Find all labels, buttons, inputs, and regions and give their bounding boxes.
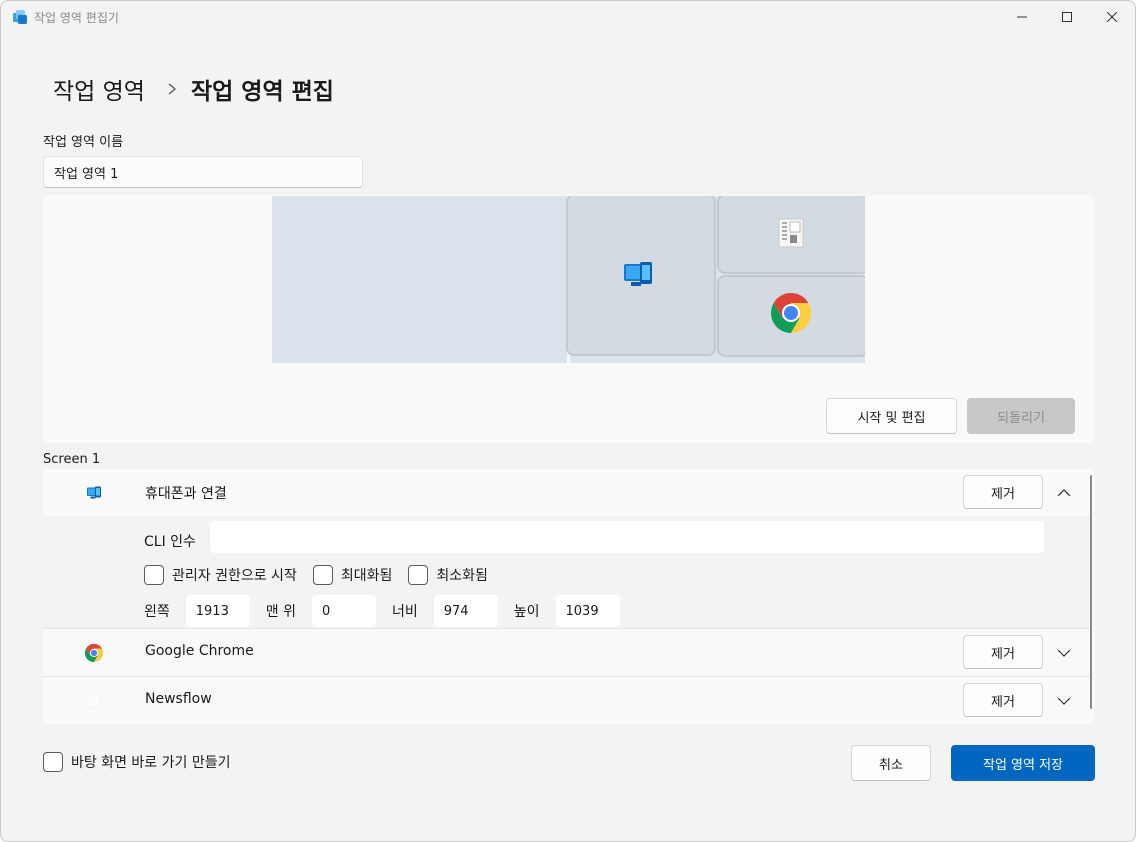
phone-link-icon: [623, 261, 653, 293]
height-input[interactable]: 1039: [555, 595, 620, 627]
launch-options: 관리자 권한으로 시작 최대화됨 최소화됨: [144, 564, 504, 586]
window-position: 왼쪽 1913 맨 위 0 너비 974 높이 1039: [144, 595, 636, 627]
minimized-label: 최소화됨: [436, 568, 488, 584]
newsflow-icon: [777, 218, 805, 252]
save-workspace-button[interactable]: 작업 영역 저장: [951, 745, 1095, 781]
preview-tile-chrome[interactable]: [717, 275, 865, 357]
app-name: Google Chrome: [145, 643, 254, 659]
maximize-button[interactable]: [1044, 1, 1090, 33]
remove-app-button[interactable]: 제거: [963, 683, 1043, 717]
app-name: 휴대폰과 연결: [145, 486, 227, 502]
preview-tile-newsflow[interactable]: [717, 196, 865, 274]
cli-args-input[interactable]: [210, 521, 1044, 553]
chevron-up-icon[interactable]: [1055, 484, 1073, 502]
layout-preview: 시작 및 편집 되돌리기: [43, 195, 1095, 443]
page-title: 작업 영역 편집: [190, 79, 334, 105]
monitor-preview: [272, 196, 865, 363]
app-row-phone-link[interactable]: 휴대폰과 연결 제거: [43, 469, 1091, 516]
app-list-scrollbar[interactable]: [1090, 475, 1092, 709]
minimize-button[interactable]: [999, 1, 1045, 33]
admin-label: 관리자 권한으로 시작: [172, 568, 297, 584]
admin-option[interactable]: 관리자 권한으로 시작: [144, 565, 297, 585]
window-title: 작업 영역 편집기: [34, 11, 119, 25]
newsflow-icon: [83, 690, 105, 712]
maximized-label: 최대화됨: [340, 568, 393, 584]
cancel-button[interactable]: 취소: [851, 745, 931, 781]
workspaces-app-icon: [12, 9, 28, 25]
width-input[interactable]: 974: [433, 595, 498, 627]
remove-app-button[interactable]: 제거: [963, 475, 1043, 509]
phone-link-icon: [83, 482, 105, 504]
admin-checkbox[interactable]: [144, 565, 164, 585]
maximize-icon: [1062, 12, 1072, 22]
workspace-name-input[interactable]: 작업 영역 1: [43, 156, 363, 188]
maximized-checkbox[interactable]: [312, 565, 333, 585]
chevron-down-icon[interactable]: [1055, 644, 1073, 662]
top-input[interactable]: 0: [311, 595, 376, 627]
chrome-icon: [769, 291, 813, 339]
close-button[interactable]: [1089, 1, 1135, 33]
preview-zone-left: [272, 196, 567, 363]
revert-button[interactable]: 되돌리기: [967, 398, 1075, 434]
preview-tile-phone-link[interactable]: [566, 196, 716, 356]
minimize-icon: [1017, 16, 1027, 18]
chrome-icon: [83, 642, 105, 664]
chevron-down-icon[interactable]: [1055, 692, 1073, 710]
app-row-newsflow[interactable]: Newsflow 제거: [43, 677, 1091, 724]
app-details-phone-link: CLI 인수 관리자 권한으로 시작 최대화됨 최소화됨 왼쪽 1913 맨 위…: [43, 516, 1091, 628]
height-label: 높이: [513, 604, 540, 620]
desktop-shortcut-checkbox[interactable]: [43, 752, 63, 772]
width-label: 너비: [391, 604, 418, 620]
cli-args-label: CLI 인수: [144, 534, 196, 550]
close-icon: [1107, 12, 1117, 22]
desktop-shortcut-label: 바탕 화면 바로 가기 만들기: [71, 755, 231, 771]
breadcrumb: 작업 영역 작업 영역 편집: [53, 71, 334, 107]
remove-app-button[interactable]: 제거: [963, 635, 1043, 669]
workspace-editor-window: 작업 영역 편집기 작업 영역 작업 영역 편집 작업 영역 이름 작업 영역 …: [0, 0, 1136, 842]
title-bar[interactable]: 작업 영역 편집기: [1, 1, 1135, 33]
desktop-shortcut-option[interactable]: 바탕 화면 바로 가기 만들기: [43, 752, 230, 772]
breadcrumb-parent-link[interactable]: 작업 영역: [53, 72, 145, 106]
screen-label: Screen 1: [43, 452, 101, 467]
minimized-checkbox[interactable]: [408, 565, 429, 585]
workspace-name-label: 작업 영역 이름: [43, 135, 124, 150]
maximized-option[interactable]: 최대화됨: [312, 565, 393, 585]
left-label: 왼쪽: [144, 604, 170, 620]
chevron-right-icon: [168, 83, 176, 95]
app-list: 휴대폰과 연결 제거 CLI 인수 관리자 권한으로 시작 최대화됨 최소화됨 …: [43, 469, 1095, 724]
app-name: Newsflow: [145, 691, 212, 707]
app-row-chrome[interactable]: Google Chrome 제거: [43, 629, 1091, 676]
launch-and-edit-button[interactable]: 시작 및 편집: [826, 398, 957, 434]
minimized-option[interactable]: 최소화됨: [408, 565, 488, 585]
left-input[interactable]: 1913: [185, 595, 250, 627]
top-label: 맨 위: [265, 604, 296, 620]
